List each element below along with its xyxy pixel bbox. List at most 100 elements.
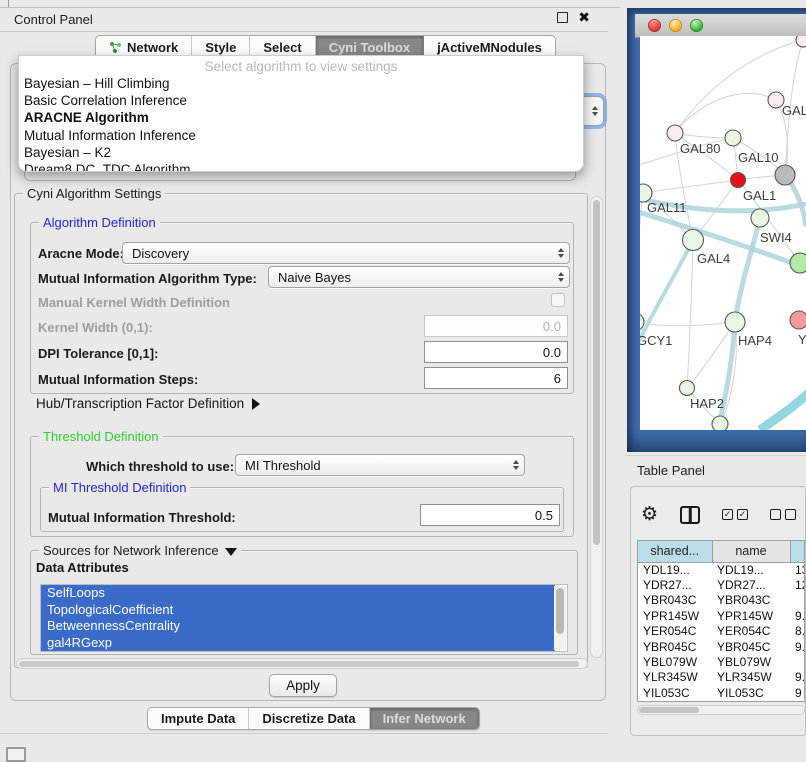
node-gal80[interactable] — [667, 125, 683, 141]
sources-group-label: Sources for Network Inference — [43, 543, 219, 558]
tab-impute-data[interactable]: Impute Data — [148, 708, 249, 729]
table-cell[interactable]: YDR27... — [638, 577, 712, 592]
network-canvas[interactable]: GAL GAL80 GAL10 GAL1 GAL11 SWI4 GAL4 GCY… — [640, 36, 806, 430]
sources-group-toggle[interactable]: Sources for Network Inference — [39, 543, 241, 558]
attribute-item-selected[interactable]: TopologicalCoefficient — [41, 602, 555, 619]
table-cell[interactable]: YDL19... — [712, 562, 790, 577]
node-hap4[interactable] — [725, 312, 745, 332]
table-cell[interactable]: 13 — [790, 562, 805, 577]
tab-discretize-data[interactable]: Discretize Data — [249, 708, 369, 729]
table-cell[interactable]: 9. — [790, 639, 805, 654]
control-panel-titlebar: Control Panel ✖ — [0, 8, 608, 32]
table-cell[interactable] — [790, 593, 805, 608]
table-row: YER054C YER054C 8. — [638, 624, 805, 639]
tab-label: Infer Network — [383, 711, 466, 726]
network-window-titlebar[interactable] — [635, 14, 806, 38]
float-panel-icon[interactable] — [557, 12, 568, 23]
node-gal1[interactable] — [731, 173, 746, 188]
table-toolbar: ⚙ ✓✓ — [641, 505, 806, 524]
scrollbar-thumb[interactable] — [556, 588, 564, 634]
table-cell[interactable]: YBL079W — [638, 654, 712, 669]
apply-button[interactable]: Apply — [269, 674, 337, 697]
tab-infer-network[interactable]: Infer Network — [370, 708, 479, 729]
table-cell[interactable]: YPR145W — [638, 608, 712, 623]
mi-type-combo[interactable]: Naive Bayes — [268, 266, 570, 288]
node-gray[interactable] — [775, 165, 795, 185]
settings-horizontal-scrollbar — [16, 658, 588, 669]
which-threshold-combo[interactable]: MI Threshold — [235, 454, 525, 476]
table-cell[interactable]: YDR27... — [712, 577, 790, 592]
hub-definition-label: Hub/Transcription Factor Definition — [36, 396, 244, 411]
dropdown-item[interactable]: Bayesian – K2 — [19, 144, 583, 161]
table-cell[interactable]: 9 — [790, 685, 805, 700]
table-cell[interactable]: 12 — [790, 577, 805, 592]
table-cell[interactable]: YLR345W — [638, 670, 712, 685]
table-cell[interactable]: 9. — [790, 670, 805, 685]
gear-icon[interactable]: ⚙ — [641, 506, 658, 524]
select-all-icon[interactable]: ✓✓ — [722, 509, 748, 520]
table-cell[interactable] — [790, 654, 805, 669]
table-cell[interactable]: YBR043C — [712, 593, 790, 608]
table-cell[interactable]: YLR345W — [712, 670, 790, 685]
attribute-item-selected[interactable]: gal4RGexp — [41, 635, 555, 652]
table-cell[interactable]: YDL19... — [638, 562, 712, 577]
table-cell[interactable]: YER054C — [712, 624, 790, 639]
attribute-item-selected[interactable]: BetweennessCentrality — [41, 618, 555, 635]
node-green-right[interactable] — [790, 253, 806, 273]
scrollbar-thumb[interactable] — [19, 661, 579, 667]
mi-threshold-label: Mutual Information Threshold: — [48, 510, 236, 525]
table-cell[interactable]: YIL053C — [638, 685, 712, 700]
node-label: GAL11 — [647, 200, 687, 215]
table-cell[interactable]: YBL079W — [712, 654, 790, 669]
deselect-all-icon[interactable] — [770, 509, 796, 520]
dropdown-item[interactable]: Mutual Information Inference — [19, 127, 583, 144]
mi-threshold-field[interactable]: 0.5 — [420, 504, 560, 526]
table-cell[interactable]: YBR045C — [638, 639, 712, 654]
zoom-window-icon[interactable] — [690, 19, 703, 32]
scrollbar-thumb[interactable] — [593, 200, 600, 545]
manual-kernel-checkbox[interactable] — [551, 293, 565, 307]
node-label: GAL80 — [680, 141, 720, 156]
kernel-width-label: Kernel Width (0,1): — [38, 320, 153, 335]
split-columns-icon[interactable] — [680, 506, 700, 524]
attribute-item-selected[interactable]: SelfLoops — [41, 585, 555, 602]
table-cell[interactable]: YPR145W — [712, 608, 790, 623]
table-cell[interactable]: YER054C — [638, 624, 712, 639]
node-swi4[interactable] — [751, 209, 769, 227]
manual-kernel-label: Manual Kernel Width Definition — [38, 295, 230, 310]
close-window-icon[interactable] — [648, 19, 661, 32]
mi-steps-field[interactable]: 6 — [424, 367, 568, 389]
node-label: Y — [798, 332, 806, 347]
table-cell[interactable]: 8. — [790, 624, 805, 639]
column-header[interactable]: shared... — [638, 541, 712, 562]
tab-label: Impute Data — [161, 711, 235, 726]
minimized-panel-icon[interactable] — [6, 747, 26, 762]
aracne-mode-combo[interactable]: Discovery — [122, 242, 570, 264]
node-label: GAL1 — [743, 188, 776, 203]
node-hap2[interactable] — [680, 381, 695, 396]
column-header[interactable]: name — [712, 541, 790, 562]
hub-definition-toggle[interactable]: Hub/Transcription Factor Definition — [36, 396, 260, 411]
scrollbar-thumb[interactable] — [639, 707, 699, 713]
table-cell[interactable]: YBR045C — [712, 639, 790, 654]
dpi-tolerance-field[interactable]: 0.0 — [424, 341, 568, 363]
table-row: YIL053C YIL053C 9 — [638, 685, 805, 700]
node-partial-top-right[interactable] — [796, 36, 806, 47]
table-row: YPR145W YPR145W 9. — [638, 608, 805, 623]
close-panel-icon[interactable]: ✖ — [578, 12, 590, 23]
dropdown-item[interactable]: Dream8 DC_TDC Algorithm — [19, 161, 583, 172]
node-label: GAL10 — [738, 150, 778, 165]
dropdown-item[interactable]: Bayesian – Hill Climbing — [19, 75, 583, 92]
table-cell[interactable]: YBR043C — [638, 593, 712, 608]
network-view-window: GAL GAL80 GAL10 GAL1 GAL11 SWI4 GAL4 GCY… — [627, 8, 806, 452]
table-cell[interactable]: YIL053C — [712, 685, 790, 700]
dropdown-item-highlighted[interactable]: ARACNE Algorithm — [19, 109, 583, 126]
node-gal10[interactable] — [725, 130, 741, 146]
dropdown-item[interactable]: Basic Correlation Inference — [19, 92, 583, 109]
table-cell[interactable]: 9. — [790, 608, 805, 623]
node-partial-bottom[interactable] — [712, 416, 728, 430]
minimize-window-icon[interactable] — [669, 19, 682, 32]
column-header[interactable]: A — [790, 541, 805, 562]
node-salmon-right[interactable] — [790, 311, 806, 329]
node-gal4[interactable] — [683, 230, 704, 251]
